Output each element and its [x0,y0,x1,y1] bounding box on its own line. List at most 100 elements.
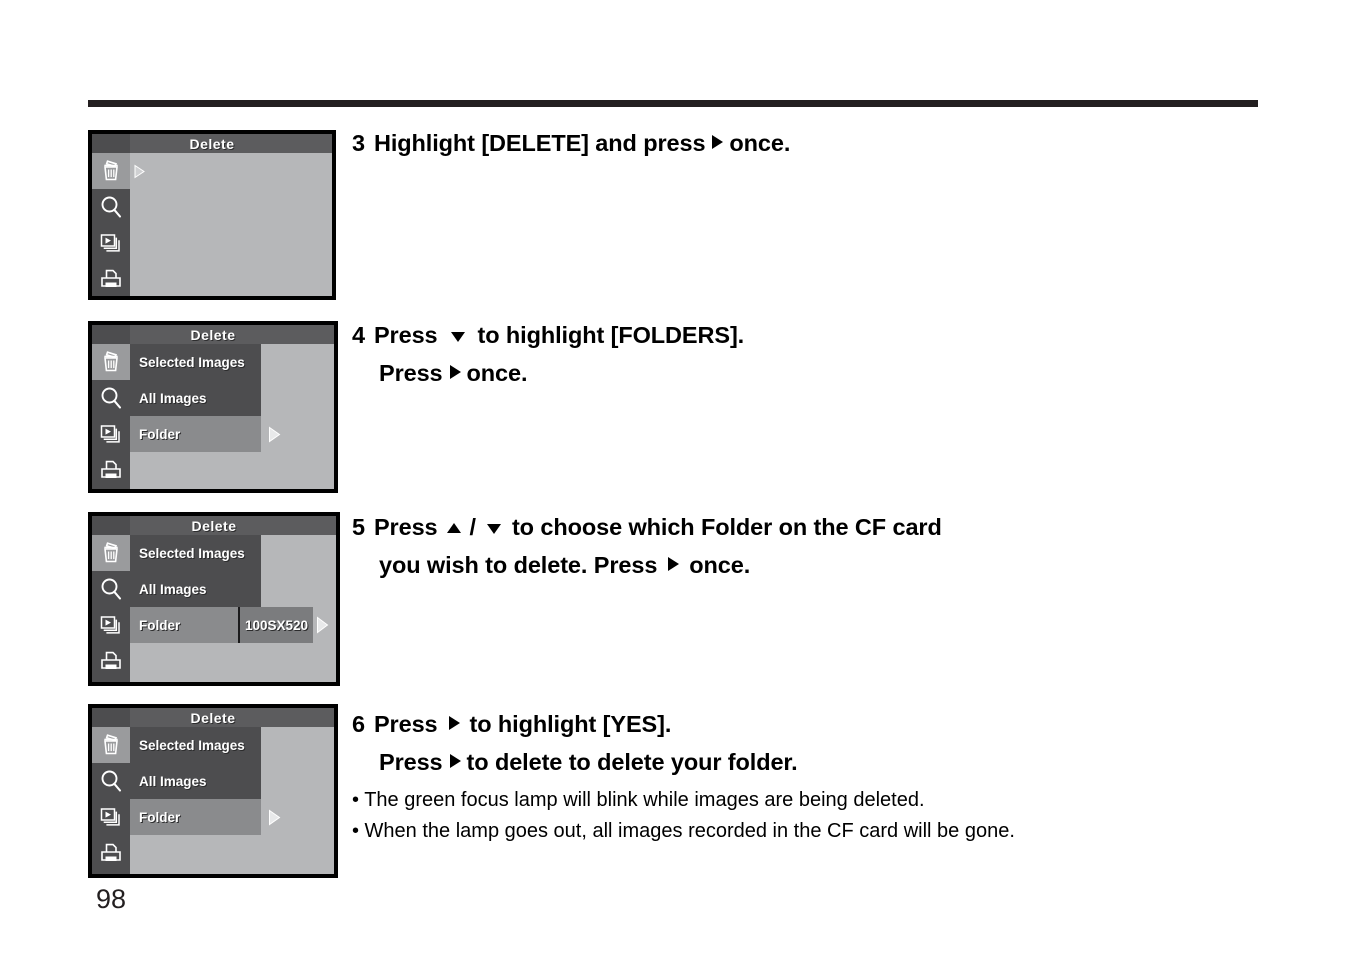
lcd-inner: Delete [92,134,332,296]
step-number: 5 [352,514,365,540]
right-triangle-icon [709,132,725,152]
folder-icon-cell[interactable] [92,871,130,874]
menu-column: Selected Images All Images Folder [130,344,334,489]
trash-icon [98,732,124,758]
menu-row-all-images[interactable]: All Images [130,571,336,607]
play-caret-icon [133,164,146,179]
menu-row-all-images[interactable]: All Images [130,380,334,416]
printer-icon [98,266,124,292]
down-triangle-icon [484,520,504,536]
menu-row-selected-images[interactable]: Selected Images [130,344,334,380]
step-4-line-1: 4 Press to highlight [FOLDERS]. [352,316,744,354]
printer-icon [98,648,124,674]
menu-row-folder[interactable]: Folder [130,799,334,835]
folder-icon-cell[interactable] [92,488,130,489]
printer-icon-cell[interactable] [92,452,130,488]
menu-column [130,153,332,296]
lcd-inner: Delete [92,325,334,489]
step-text-b2: once. [689,552,751,578]
lcd-inner: Delete [92,708,334,874]
step-5-line-1: 5 Press / to choose which Folder on the CF … [352,508,942,546]
menu-label: Selected Images [130,727,261,763]
lcd-screen-step6: Delete Selected Images All Images Folder [88,704,338,878]
magnifier-icon-cell[interactable] [92,380,130,416]
folder-icon-cell[interactable] [92,679,130,682]
menu-row-selected-images[interactable]: Selected Images [130,535,336,571]
menu-column: Selected Images All Images Folder [130,727,334,874]
lcd-screen-step5: Delete Selected Images All Images Folder… [88,512,340,686]
slideshow-icon-cell[interactable] [92,225,130,261]
printer-icon [98,457,124,483]
step-5-text: 5 Press / to choose which Folder on the CF … [352,508,942,584]
step-text-b: to highlight [YES]. [469,711,672,737]
step-3-text: 3 Highlight [DELETE] and press once. [352,124,790,162]
menu-row-root-caret [130,153,332,189]
icon-column [92,535,130,682]
magnifier-icon-cell[interactable] [92,189,130,225]
step-6-line-2: Press to delete to delete your folder. [352,743,1015,781]
icon-column [92,344,130,489]
step-number: 3 [352,130,365,156]
menu-label: Folder [130,799,261,835]
magnifier-icon [98,385,124,411]
magnifier-icon-cell[interactable] [92,763,130,799]
menu-row-all-images[interactable]: All Images [130,763,334,799]
trash-icon [98,540,124,566]
page-number: 98 [96,884,127,914]
folder-value[interactable]: 100SX520 [238,607,314,643]
menu-row-folder[interactable]: Folder 100SX520 [130,607,336,643]
step-6-bullet-2: • When the lamp goes out, all images rec… [352,820,1015,842]
menu-row-selected-images[interactable]: Selected Images [130,727,334,763]
magnifier-icon [98,768,124,794]
step-text-a: Highlight [DELETE] and press [373,130,706,156]
slideshow-icon-cell[interactable] [92,416,130,452]
printer-icon [98,840,124,866]
icon-column [92,153,130,296]
lcd-body: Selected Images All Images Folder [92,727,334,874]
step-6-text: 6 Press to highlight [YES]. Press to delete… [352,705,1015,847]
up-triangle-icon [444,520,464,536]
step-4-text: 4 Press to highlight [FOLDERS]. Press once. [352,316,744,392]
trash-icon-cell[interactable] [92,727,130,763]
lcd-body [92,153,332,296]
trash-icon-cell[interactable] [92,344,130,380]
slideshow-icon [98,421,124,447]
right-triangle-icon [447,362,463,382]
trash-icon [98,158,124,184]
magnifier-icon [98,194,124,220]
step-text-b: to choose which Folder on the CF card [511,514,942,540]
menu-label: Folder [130,416,261,452]
step-5-line-2: you wish to delete. Press once. [352,546,942,584]
step-text-b2: once. [466,360,528,386]
trash-icon-cell[interactable] [92,535,130,571]
menu-label: Selected Images [130,344,261,380]
play-caret-icon [267,809,282,826]
printer-icon-cell[interactable] [92,835,130,871]
step-text-a: Press [373,514,438,540]
slideshow-icon [98,230,124,256]
right-triangle-icon [446,713,462,733]
right-triangle-icon [447,751,463,771]
printer-icon-cell[interactable] [92,261,130,296]
trash-icon [98,349,124,375]
icon-column [92,727,130,874]
step-number: 6 [352,711,365,737]
slideshow-icon-cell[interactable] [92,607,130,643]
magnifier-icon [98,576,124,602]
step-text-a2: you wish to delete. Press [379,552,658,578]
step-text-mid: / [469,514,477,540]
menu-row-folder[interactable]: Folder [130,416,334,452]
step-3-line-1: 3 Highlight [DELETE] and press once. [352,124,790,162]
lcd-title: Delete [92,325,334,344]
lcd-title: Delete [92,134,332,153]
printer-icon-cell[interactable] [92,643,130,679]
menu-label: All Images [130,763,261,799]
magnifier-icon-cell[interactable] [92,571,130,607]
lcd-title: Delete [92,516,336,535]
menu-column: Selected Images All Images Folder 100SX5… [130,535,336,682]
play-caret-icon [315,616,330,634]
lcd-title: Delete [92,708,334,727]
menu-label: All Images [130,571,261,607]
trash-icon-cell[interactable] [92,153,130,189]
slideshow-icon-cell[interactable] [92,799,130,835]
